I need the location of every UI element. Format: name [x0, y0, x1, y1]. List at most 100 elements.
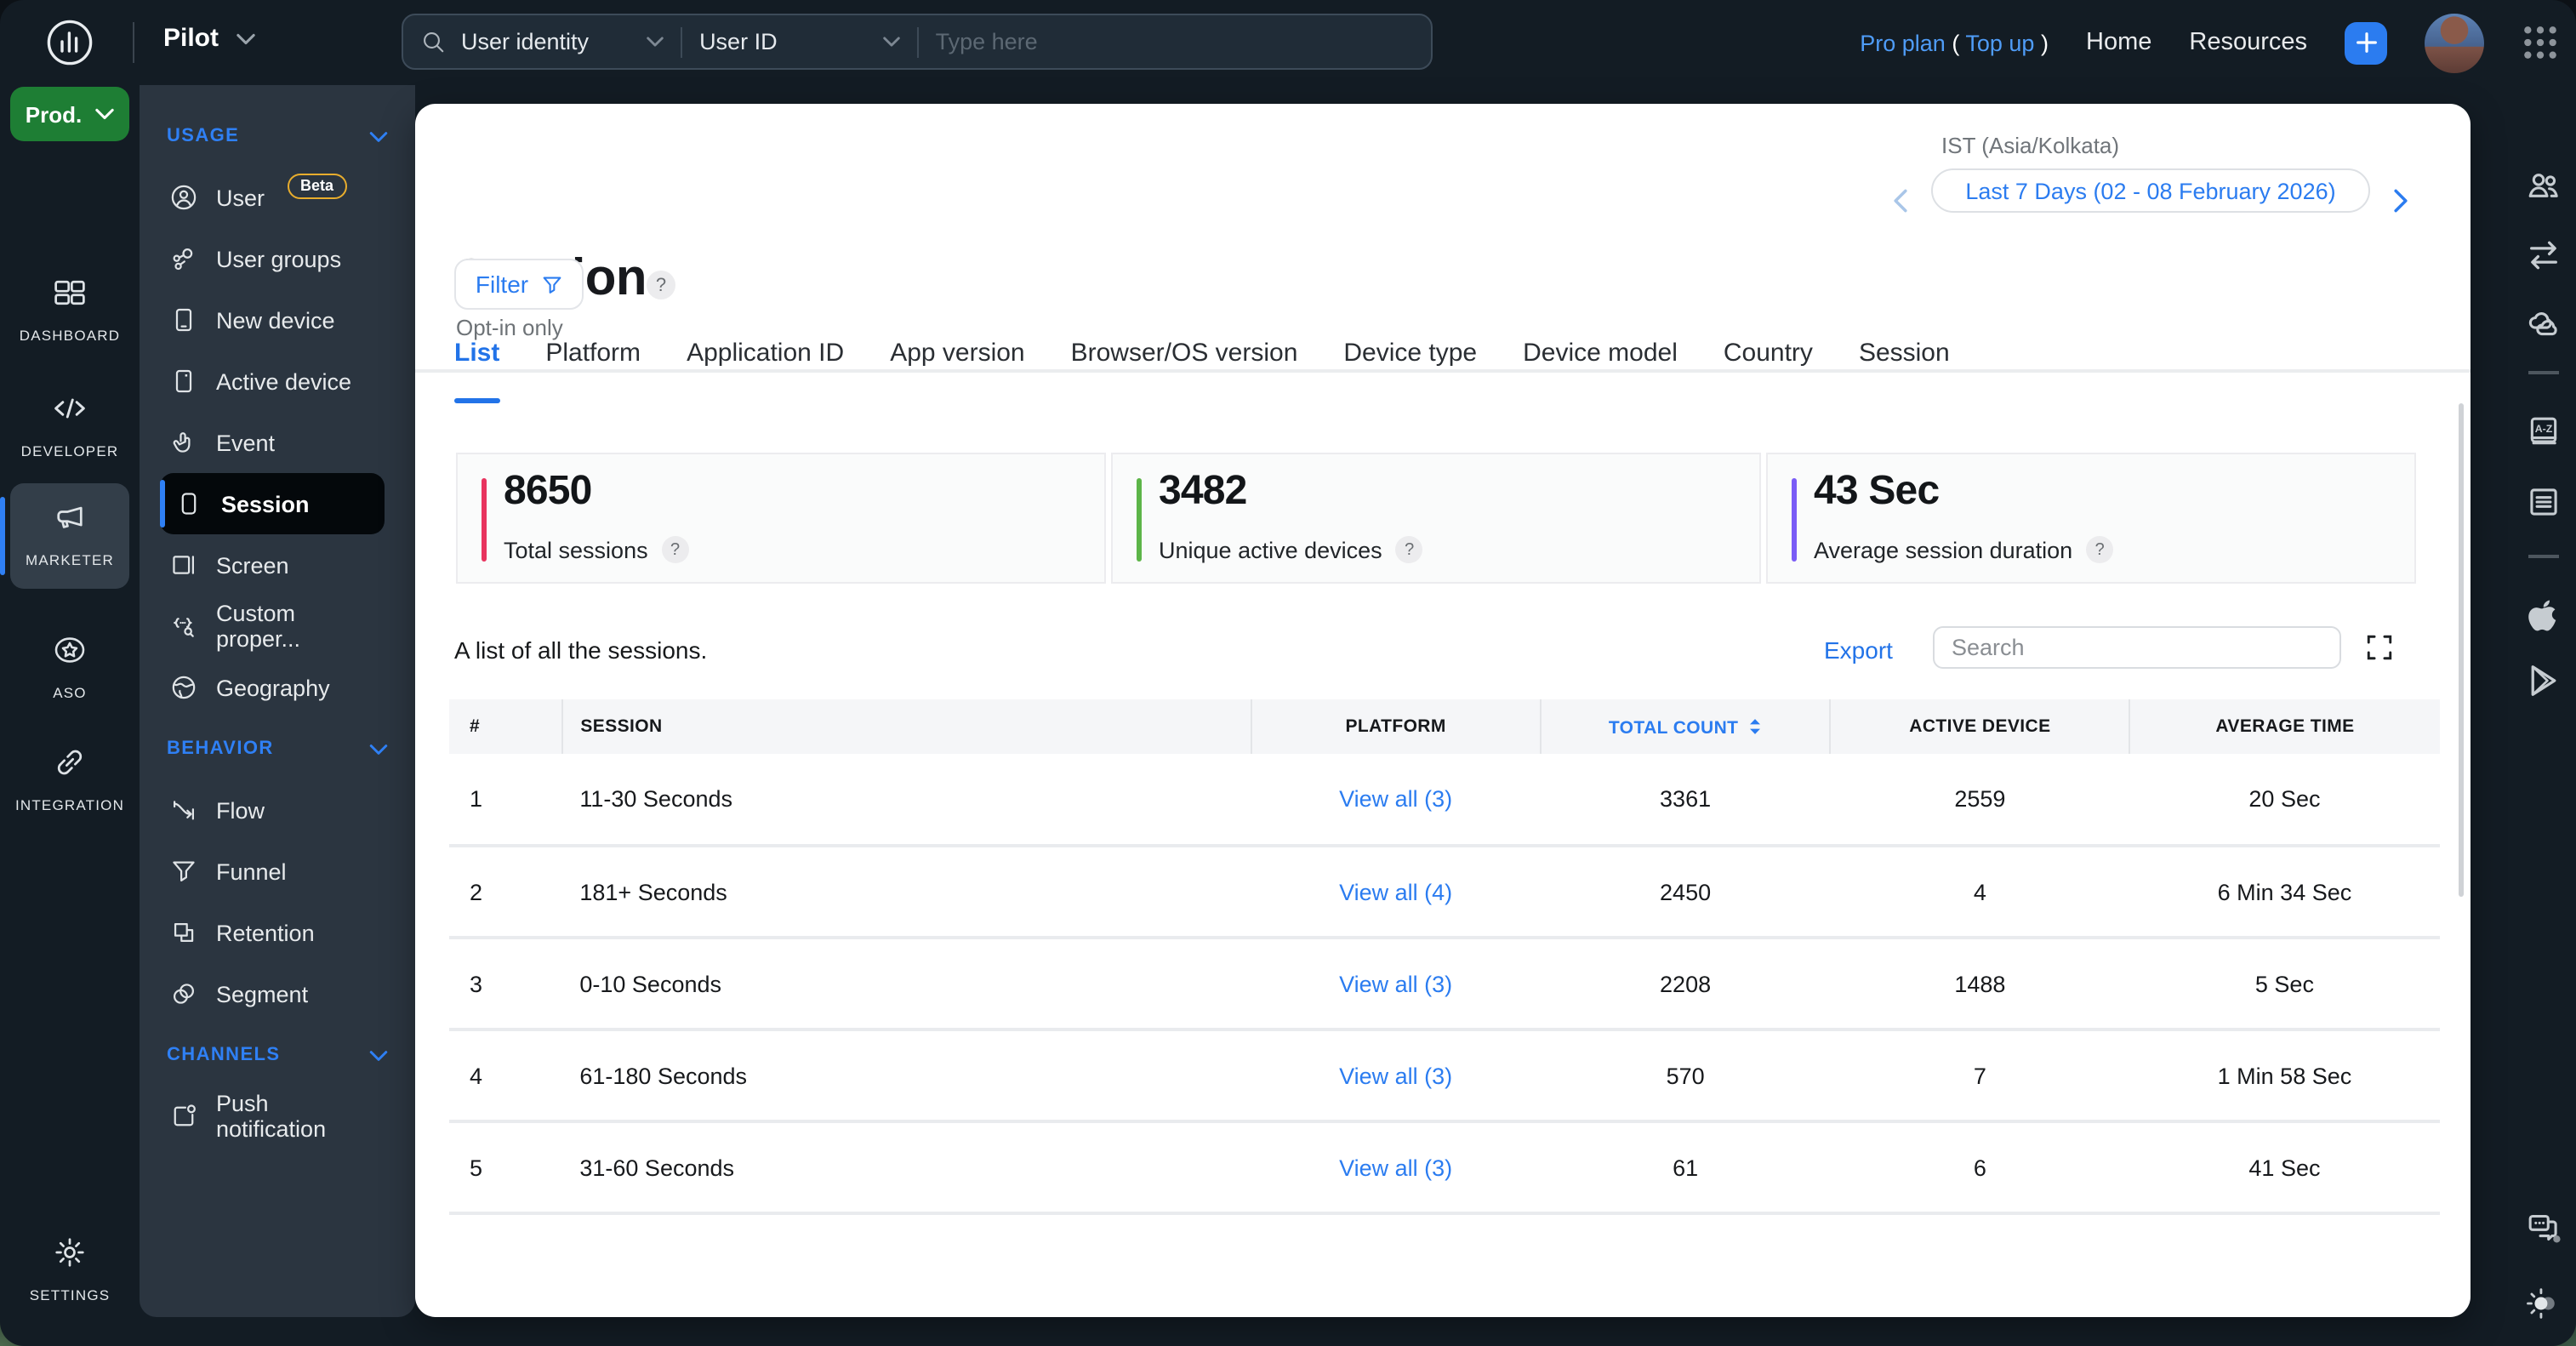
search-category-select[interactable]: User identity: [461, 29, 664, 54]
tab-country[interactable]: Country: [1724, 339, 1813, 374]
column-header-: #: [449, 699, 564, 754]
stat-cards: 8650 Total sessions? 3482 Unique active dev…: [456, 453, 2416, 584]
scrollbar-thumb[interactable]: [2459, 403, 2464, 897]
tab-application-id[interactable]: Application ID: [687, 339, 844, 374]
sidebar-item-push-notification[interactable]: Push notification: [140, 1086, 415, 1147]
chev-down-icon: [369, 1049, 388, 1061]
rail-divider: [2528, 555, 2559, 558]
date-prev-icon[interactable]: [1889, 189, 1912, 213]
sort-icon: [1747, 716, 1762, 736]
tab-device-type[interactable]: Device type: [1343, 339, 1477, 374]
rail-item-marketer[interactable]: MARKETER: [0, 483, 129, 589]
search-field-value: User ID: [699, 29, 778, 54]
help-icon[interactable]: ?: [1395, 536, 1423, 563]
view-all-link[interactable]: View all (3): [1339, 1063, 1452, 1088]
theme-toggle-icon[interactable]: [2525, 1285, 2562, 1322]
stat-label: Total sessions: [504, 537, 648, 562]
sidebar-item-user[interactable]: User Beta: [140, 167, 415, 228]
sidebar-item-geography[interactable]: Geography: [140, 657, 415, 718]
sidebar-item-session[interactable]: Session: [160, 473, 385, 534]
global-search-bar[interactable]: User identity User ID: [402, 14, 1433, 70]
sidebar-item-label: Funnel: [216, 858, 287, 884]
table-row: 3 0-10 Seconds View all (3) 2208 1488 5 Sec: [449, 938, 2440, 1031]
sidebar-item-label: Session: [221, 491, 310, 516]
table-cell: 61-180 Seconds: [562, 1029, 1251, 1123]
date-next-icon[interactable]: [2389, 189, 2413, 213]
tab-session[interactable]: Session: [1859, 339, 1950, 374]
search-divider: [681, 26, 683, 57]
rail-item-developer[interactable]: DEVELOPER: [0, 391, 140, 459]
filter-button[interactable]: Filter: [454, 259, 584, 310]
view-all-link[interactable]: View all (3): [1339, 971, 1452, 996]
sidebar-item-new-device[interactable]: New device: [140, 289, 415, 351]
play-store-icon[interactable]: [2525, 662, 2562, 699]
table-cell: 4: [449, 1029, 563, 1123]
stat-accent-bar: [1792, 478, 1797, 562]
sidebar-section-title: USAGE: [167, 126, 240, 146]
sidebar-item-event[interactable]: Event: [140, 412, 415, 473]
plan-link[interactable]: Pro plan: [1860, 30, 1946, 55]
sidebar-item-user-groups[interactable]: User groups: [140, 228, 415, 289]
sidebar-section-title: CHANNELS: [167, 1045, 281, 1065]
tab-browser-os-version[interactable]: Browser/OS version: [1071, 339, 1298, 374]
rail-item-label: SETTINGS: [29, 1286, 111, 1303]
documentation-icon[interactable]: [2525, 483, 2562, 521]
sidebar-item-funnel[interactable]: Funnel: [140, 841, 415, 902]
members-icon[interactable]: [2525, 167, 2562, 204]
sidebar-item-retention[interactable]: Retention: [140, 902, 415, 963]
home-link[interactable]: Home: [2086, 29, 2151, 56]
product-switcher[interactable]: Pilot: [163, 24, 254, 53]
help-icon[interactable]: ?: [661, 536, 689, 563]
environment-selector[interactable]: Prod.: [10, 87, 129, 141]
rail-item-aso[interactable]: ASO: [0, 633, 140, 701]
right-rail: A-Z: [2511, 85, 2576, 1346]
resources-link[interactable]: Resources: [2189, 29, 2307, 56]
app-store-icon[interactable]: [2525, 597, 2562, 635]
add-button[interactable]: [2345, 21, 2387, 64]
view-all-link[interactable]: View all (3): [1339, 1155, 1452, 1180]
stat-label: Unique active devices: [1159, 537, 1382, 562]
sidebar-item-screen[interactable]: Screen: [140, 534, 415, 596]
search-input[interactable]: [935, 29, 1414, 54]
user-avatar[interactable]: [2425, 13, 2484, 72]
chat-icon[interactable]: [2525, 1210, 2562, 1247]
column-header-total-count[interactable]: TOTAL COUNT: [1540, 699, 1832, 754]
rail-item-label: INTEGRATION: [14, 796, 125, 813]
view-all-link[interactable]: View all (4): [1339, 879, 1452, 904]
stat-label: Average session duration: [1814, 537, 2073, 562]
search-field-select[interactable]: User ID: [699, 29, 900, 54]
glossary-icon[interactable]: A-Z: [2525, 413, 2562, 451]
app-grid-icon[interactable]: [2522, 24, 2559, 61]
tab-list[interactable]: List: [454, 339, 499, 403]
view-all-link[interactable]: View all (3): [1339, 786, 1452, 812]
sidebar-item-segment[interactable]: Segment: [140, 963, 415, 1024]
rail-item-settings[interactable]: SETTINGS: [0, 1235, 140, 1303]
rail-item-dashboard[interactable]: DASHBOARD: [0, 276, 140, 344]
fullscreen-icon[interactable]: [2365, 633, 2394, 662]
export-link[interactable]: Export: [1824, 636, 1893, 664]
table-search-input[interactable]: [1933, 626, 2341, 669]
table-cell: 2450: [1540, 846, 1831, 939]
date-range-selector[interactable]: Last 7 Days (02 - 08 February 2026): [1931, 168, 2370, 213]
cloud-services-icon[interactable]: [2525, 306, 2562, 344]
sidebar-section-behavior[interactable]: BEHAVIOR: [140, 718, 415, 779]
table-cell: 1 Min 58 Sec: [2129, 1029, 2440, 1123]
data-transfer-icon[interactable]: [2525, 237, 2562, 274]
platform-cell: View all (4): [1251, 846, 1541, 939]
integration-icon: [53, 745, 87, 779]
tab-device-model[interactable]: Device model: [1523, 339, 1678, 374]
sidebar-item-custom-proper[interactable]: Custom proper...: [140, 596, 415, 657]
tab-bar: List Platform Application ID App version Bro…: [454, 339, 1950, 403]
help-icon[interactable]: ?: [2086, 536, 2114, 563]
sidebar-item-flow[interactable]: Flow: [140, 779, 415, 841]
topup-link[interactable]: Top up: [1965, 30, 2034, 55]
chevron-down-icon: [647, 36, 664, 48]
sidebar-item-active-device[interactable]: Active device: [140, 351, 415, 412]
dashboard-icon: [53, 276, 87, 310]
tab-platform[interactable]: Platform: [545, 339, 641, 374]
tab-app-version[interactable]: App version: [890, 339, 1024, 374]
sidebar-section-channels[interactable]: CHANNELS: [140, 1024, 415, 1086]
sidebar-section-usage[interactable]: USAGE: [140, 106, 415, 167]
rail-item-integration[interactable]: INTEGRATION: [0, 745, 140, 813]
help-icon[interactable]: ?: [647, 271, 675, 299]
